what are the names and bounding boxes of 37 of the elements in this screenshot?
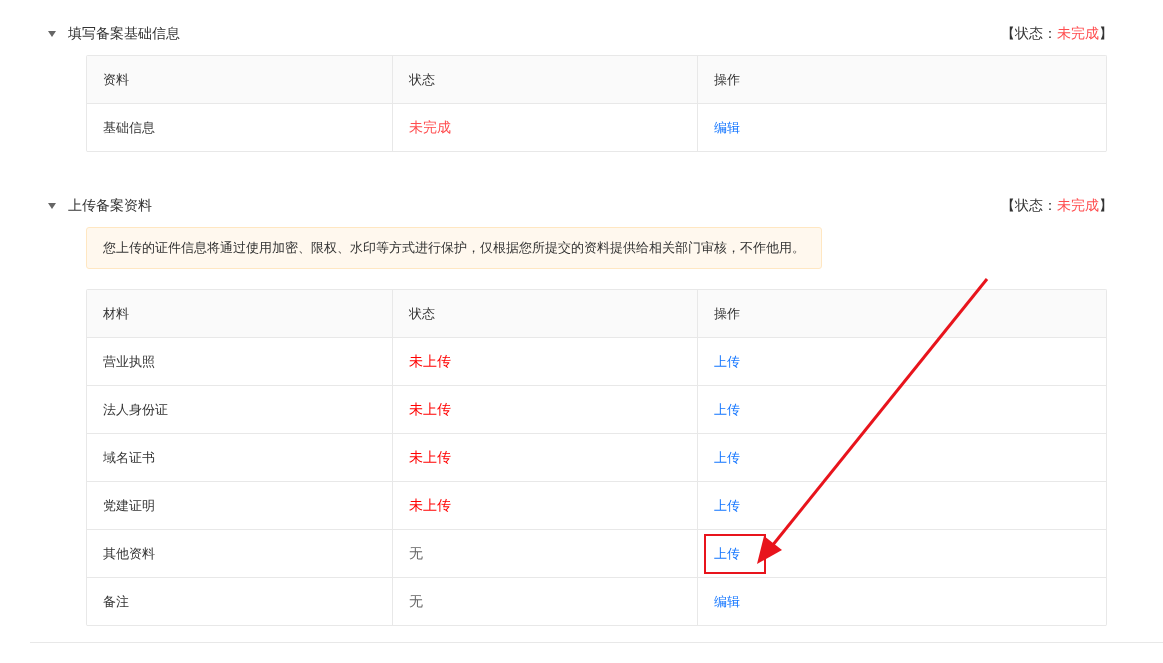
status-bracket: 】 (1099, 197, 1113, 213)
table-cell: 域名证书 (87, 434, 393, 481)
action-link[interactable]: 编辑 (704, 581, 766, 622)
status-value: 未完成 (1057, 25, 1099, 41)
status-text: 无 (409, 544, 423, 563)
status-text: 未上传 (409, 448, 451, 467)
action-link[interactable]: 上传 (704, 341, 766, 382)
status-value: 未完成 (1057, 197, 1099, 213)
collapse-triangle-icon[interactable] (48, 31, 56, 37)
section-title: 上传备案资料 (68, 197, 152, 215)
column-header: 操作 (713, 70, 741, 89)
action-link[interactable]: 编辑 (704, 107, 766, 148)
collapse-triangle-icon[interactable] (48, 203, 56, 209)
status-text: 未完成 (409, 118, 451, 137)
action-link[interactable]: 上传 (704, 389, 766, 430)
status-text: 未上传 (409, 352, 451, 371)
table-cell: 基础信息 (87, 104, 393, 151)
table-cell: 营业执照 (87, 338, 393, 385)
table-cell: 党建证明 (87, 482, 393, 529)
table-cell: 法人身份证 (87, 386, 393, 433)
table-cell: 其他资料 (87, 530, 393, 577)
column-header: 状态 (393, 290, 698, 337)
status-bracket: 】 (1099, 25, 1113, 41)
status-text: 无 (409, 592, 423, 611)
status-text: 未上传 (409, 496, 451, 515)
column-header: 状态 (393, 56, 698, 103)
notice-banner: 您上传的证件信息将通过使用加密、限权、水印等方式进行保护，仅根据您所提交的资料提供给相关部门审核，不作他用。 (86, 227, 822, 269)
column-header: 资料 (87, 56, 393, 103)
action-link[interactable]: 上传 (704, 437, 766, 478)
column-header: 材料 (87, 290, 393, 337)
status-label: 【状态： (1001, 197, 1057, 213)
status-text: 未上传 (409, 400, 451, 419)
action-link[interactable]: 上传 (704, 485, 766, 526)
section-title: 填写备案基础信息 (68, 25, 180, 43)
status-label: 【状态： (1001, 25, 1057, 41)
table-cell: 备注 (87, 578, 393, 625)
column-header: 操作 (713, 304, 741, 323)
